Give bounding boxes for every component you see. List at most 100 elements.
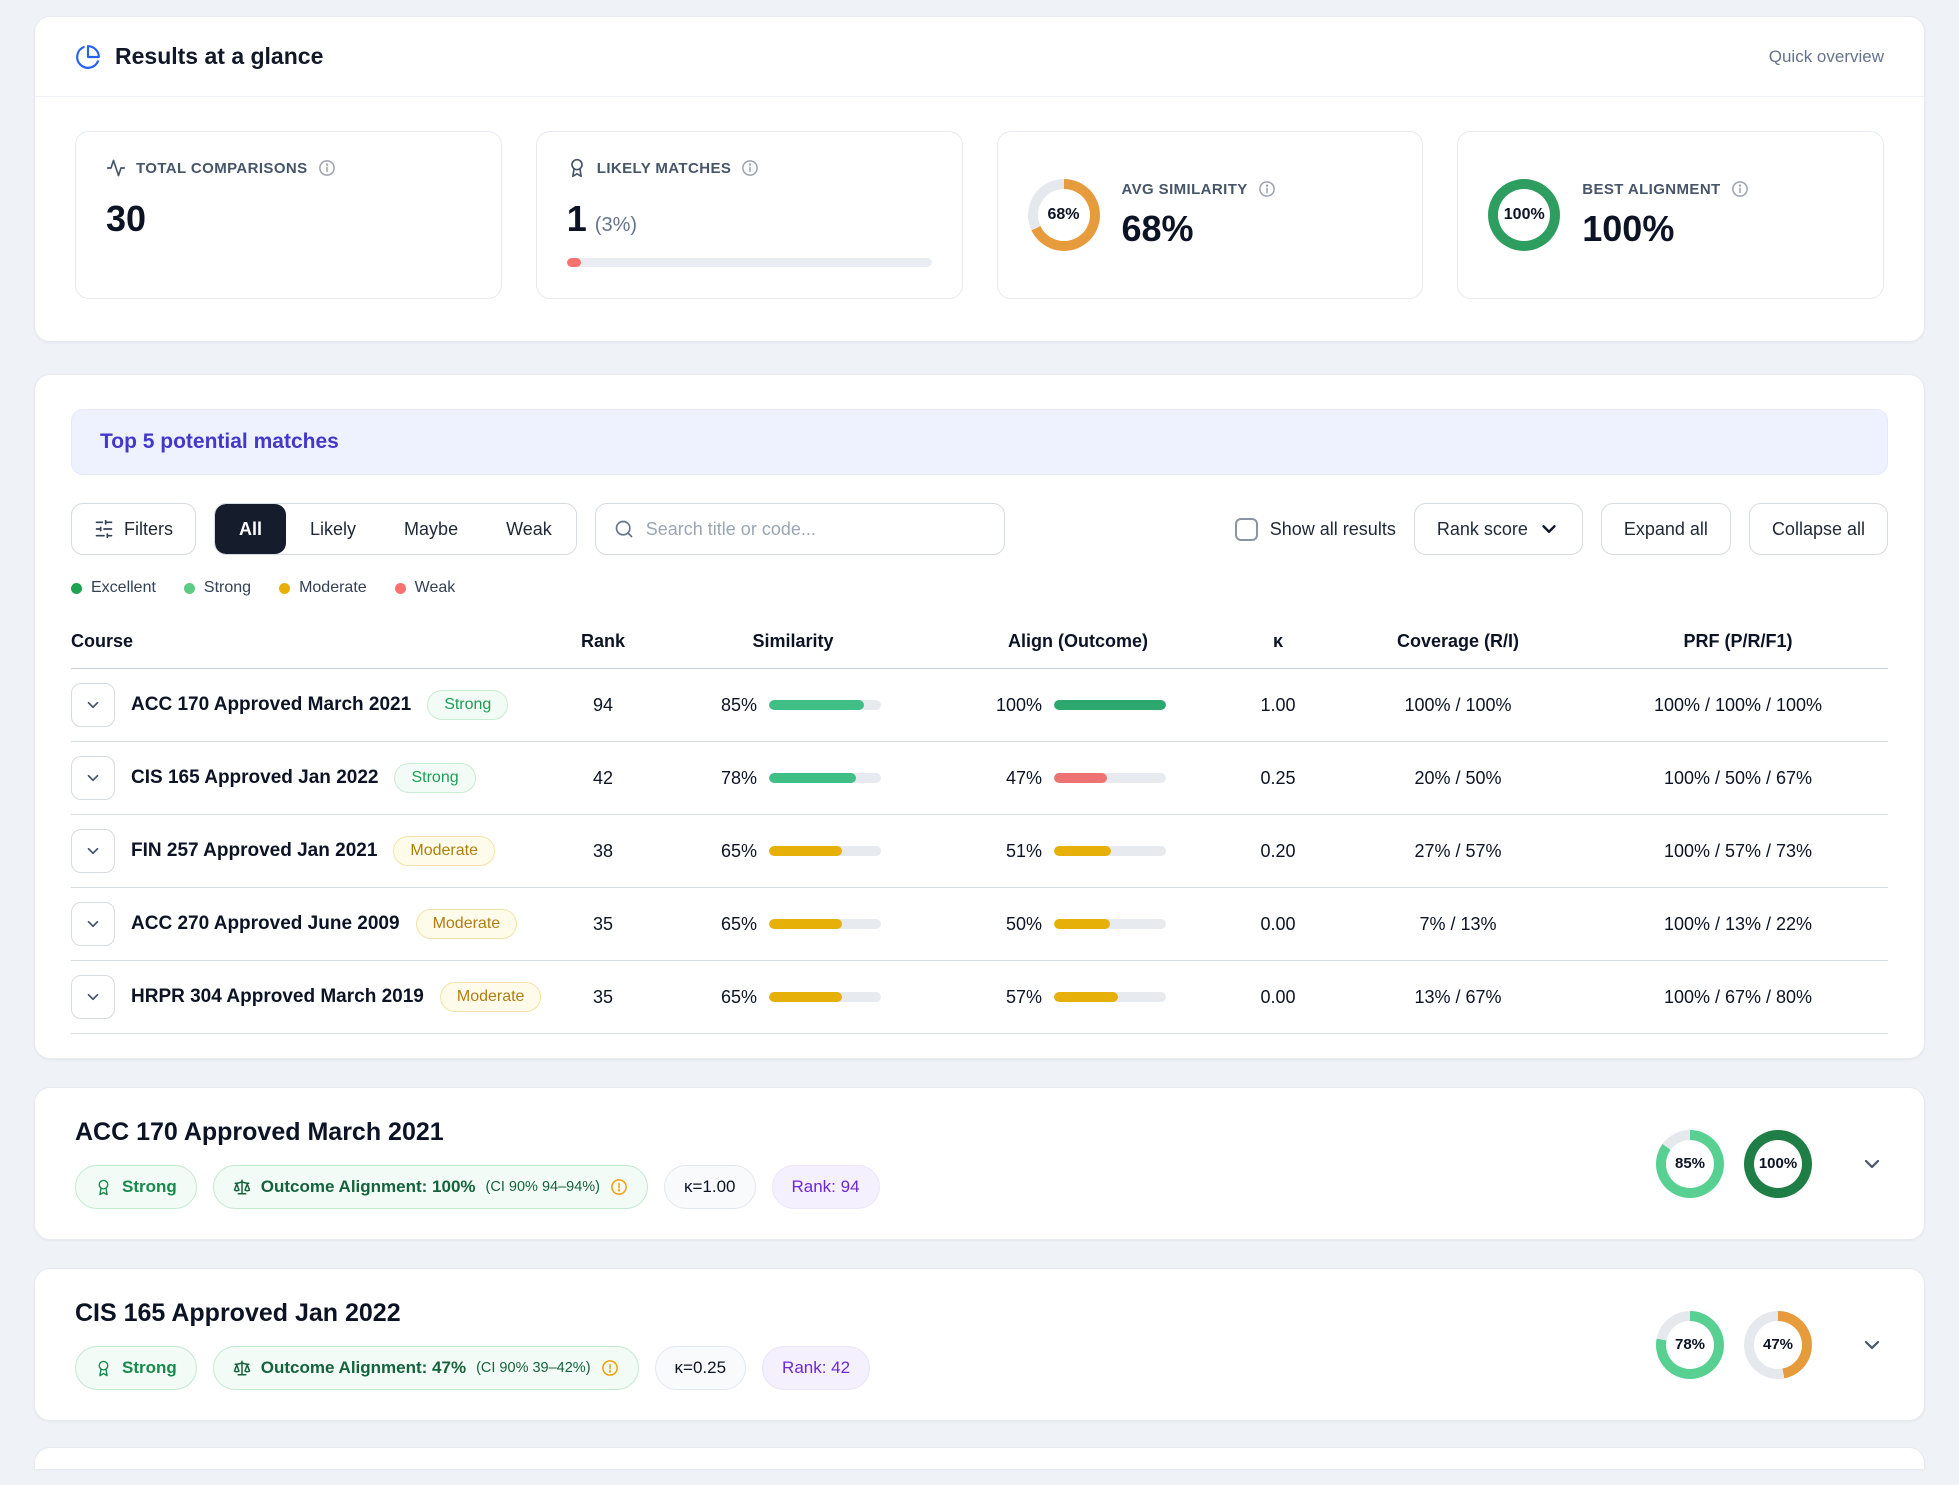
donut-value: 47% — [1754, 1321, 1802, 1369]
legend-dot — [279, 583, 290, 594]
similarity-cell: 65% — [658, 914, 928, 935]
similarity-bar — [769, 700, 881, 710]
matches-banner: Top 5 potential matches — [71, 409, 1888, 475]
stat-value: 100% — [1582, 208, 1748, 250]
kappa-badge: κ=0.25 — [655, 1346, 747, 1390]
tab-maybe[interactable]: Maybe — [380, 504, 482, 554]
activity-icon — [106, 158, 126, 178]
filters-button[interactable]: Filters — [71, 503, 196, 555]
legend-item-strong: Strong — [184, 579, 251, 597]
match-strength-badge: Moderate — [416, 909, 518, 939]
expand-all-button[interactable]: Expand all — [1601, 503, 1731, 555]
sliders-icon — [94, 519, 114, 539]
alignment-donut: 47% — [1744, 1311, 1812, 1379]
coverage-value: 100% / 100% — [1328, 695, 1588, 716]
align-cell: 51% — [928, 841, 1228, 862]
likely-matches-progress-bar — [567, 258, 932, 267]
stat-likely-matches: LIKELY MATCHES 1(3%) — [536, 131, 963, 299]
strength-badge: Strong — [75, 1165, 197, 1209]
coverage-value: 20% / 50% — [1328, 768, 1588, 789]
similarity-donut: 85% — [1656, 1130, 1724, 1198]
match-strength-badge: Strong — [427, 690, 508, 720]
rank-badge: Rank: 42 — [762, 1346, 870, 1390]
match-strength-badge: Moderate — [440, 982, 542, 1012]
tab-all[interactable]: All — [215, 504, 286, 554]
col-align-outcome[interactable]: Align (Outcome) — [928, 631, 1228, 652]
rank-value: 42 — [548, 768, 658, 789]
coverage-value: 13% / 67% — [1328, 987, 1588, 1008]
donut-value: 85% — [1666, 1140, 1714, 1188]
info-icon[interactable] — [318, 159, 336, 177]
matches-toolbar: Filters All Likely Maybe Weak — [71, 503, 1888, 555]
page: Results at a glance Quick overview TOTAL… — [0, 0, 1959, 1485]
rank-value: 38 — [548, 841, 658, 862]
warning-icon[interactable] — [610, 1178, 628, 1196]
expand-row-button[interactable] — [71, 756, 115, 800]
sort-select[interactable]: Rank score — [1414, 503, 1583, 555]
strength-badge: Strong — [75, 1346, 197, 1390]
col-coverage[interactable]: Coverage (R/I) — [1328, 631, 1588, 652]
chevron-down-icon — [1538, 518, 1560, 540]
detail-title: ACC 170 Approved March 2021 — [75, 1118, 880, 1147]
expand-row-button[interactable] — [71, 902, 115, 946]
show-all-results-checkbox[interactable]: Show all results — [1235, 518, 1396, 541]
chevron-down-icon[interactable] — [1860, 1152, 1884, 1176]
legend-item-moderate: Moderate — [279, 579, 367, 597]
checkbox-box[interactable] — [1235, 518, 1258, 541]
search-box — [595, 503, 1005, 555]
stat-avg-similarity: 68% AVG SIMILARITY 68% — [997, 131, 1424, 299]
expand-row-button[interactable] — [71, 975, 115, 1019]
col-prf[interactable]: PRF (P/R/F1) — [1588, 631, 1888, 652]
rank-value: 35 — [548, 987, 658, 1008]
stat-sub-value: (3%) — [595, 214, 637, 236]
outcome-alignment-badge: Outcome Alignment: 100% (CI 90% 94–94%) — [213, 1165, 648, 1209]
matches-card: Top 5 potential matches Filters All Like… — [34, 374, 1925, 1059]
col-similarity[interactable]: Similarity — [658, 631, 928, 652]
warning-icon[interactable] — [601, 1359, 619, 1377]
course-name: CIS 165 Approved Jan 2022 — [131, 767, 378, 789]
match-strength-badge: Moderate — [393, 836, 495, 866]
donut-value: 78% — [1666, 1321, 1714, 1369]
tab-likely[interactable]: Likely — [286, 504, 380, 554]
table-row: CIS 165 Approved Jan 2022 Strong 42 78% … — [71, 742, 1888, 815]
course-name: FIN 257 Approved Jan 2021 — [131, 840, 377, 862]
info-icon[interactable] — [1731, 180, 1749, 198]
coverage-value: 7% / 13% — [1328, 914, 1588, 935]
prf-value: 100% / 67% / 80% — [1588, 987, 1888, 1008]
award-icon — [95, 1179, 112, 1196]
alignment-donut: 100% — [1744, 1130, 1812, 1198]
col-kappa[interactable]: κ — [1228, 631, 1328, 652]
search-input[interactable] — [646, 519, 986, 540]
sort-label: Rank score — [1437, 519, 1528, 540]
info-icon[interactable] — [1258, 180, 1276, 198]
rank-value: 94 — [548, 695, 658, 716]
table-row: FIN 257 Approved Jan 2021 Moderate 38 65… — [71, 815, 1888, 888]
expand-row-button[interactable] — [71, 683, 115, 727]
col-rank[interactable]: Rank — [548, 631, 658, 652]
expand-row-button[interactable] — [71, 829, 115, 873]
scales-icon — [233, 1359, 251, 1377]
align-bar — [1054, 919, 1166, 929]
overview-header: Results at a glance Quick overview — [35, 17, 1924, 97]
tab-weak[interactable]: Weak — [482, 504, 576, 554]
col-course[interactable]: Course — [71, 631, 548, 652]
coverage-value: 27% / 57% — [1328, 841, 1588, 862]
course-name: ACC 270 Approved June 2009 — [131, 913, 400, 935]
detail-card-cis-165: CIS 165 Approved Jan 2022 Strong Outcome… — [34, 1268, 1925, 1421]
scales-icon — [233, 1178, 251, 1196]
match-strength-badge: Strong — [394, 763, 475, 793]
results-overview-card: Results at a glance Quick overview TOTAL… — [34, 16, 1925, 342]
align-bar — [1054, 846, 1166, 856]
info-icon[interactable] — [741, 159, 759, 177]
chevron-down-icon[interactable] — [1860, 1333, 1884, 1357]
collapse-all-button[interactable]: Collapse all — [1749, 503, 1888, 555]
similarity-bar — [769, 992, 881, 1002]
stat-best-alignment: 100% BEST ALIGNMENT 100% — [1457, 131, 1884, 299]
pie-chart-icon — [75, 44, 101, 70]
donut-value: 100% — [1754, 1140, 1802, 1188]
quick-overview-label: Quick overview — [1769, 47, 1884, 67]
overview-title: Results at a glance — [115, 43, 323, 70]
progress-fill — [567, 258, 581, 267]
filters-label: Filters — [124, 519, 173, 540]
similarity-bar — [769, 846, 881, 856]
